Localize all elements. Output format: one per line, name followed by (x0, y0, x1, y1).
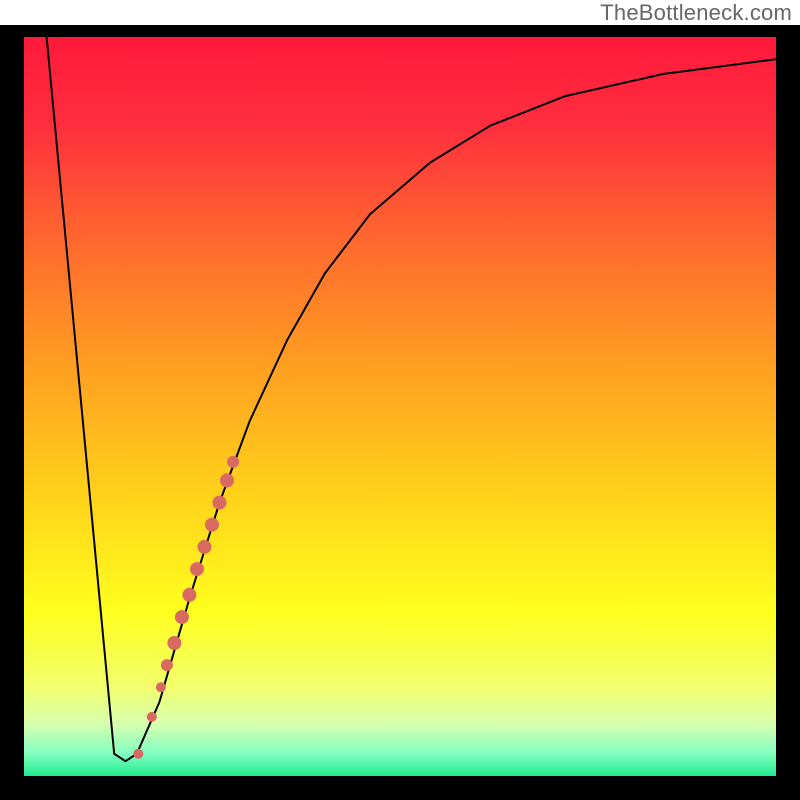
highlight-dot (182, 588, 196, 602)
highlight-dot (205, 518, 219, 532)
highlight-dot (161, 659, 173, 671)
highlight-dot (190, 562, 204, 576)
highlight-dot (147, 712, 157, 722)
highlight-dot (133, 749, 143, 759)
highlight-dot (198, 540, 212, 554)
highlight-dot (167, 636, 181, 650)
plot-area (0, 25, 800, 800)
bottleneck-chart (0, 0, 800, 800)
highlight-dot (156, 682, 166, 692)
highlight-dot (175, 610, 189, 624)
highlight-dot (213, 496, 227, 510)
chart-container: TheBottleneck.com (0, 0, 800, 800)
gradient-background (24, 37, 776, 776)
highlight-dot (220, 473, 234, 487)
watermark-text: TheBottleneck.com (600, 0, 792, 26)
highlight-dot (227, 456, 239, 468)
